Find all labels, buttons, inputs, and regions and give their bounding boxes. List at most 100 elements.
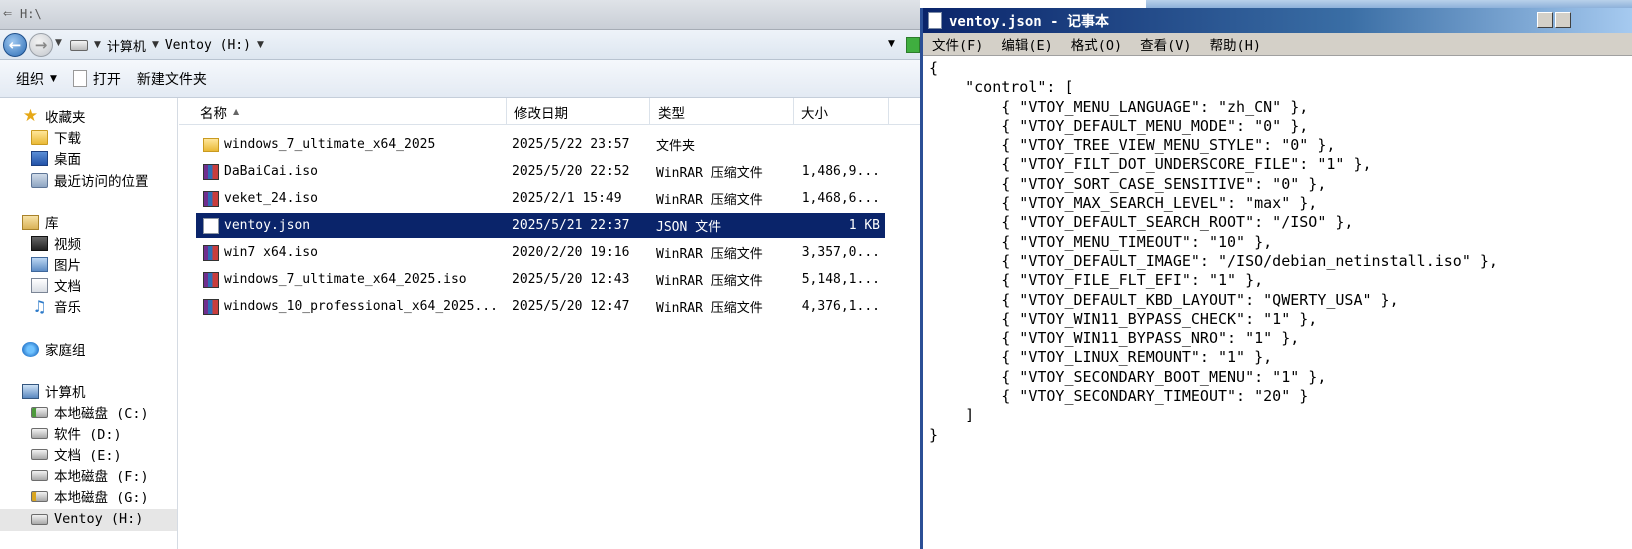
menu-view[interactable]: 查看(V)	[1131, 33, 1200, 56]
file-size: 4,376,1...	[801, 299, 880, 314]
file-row[interactable]: windows_7_ultimate_x64_2025.iso 2025/5/20…	[196, 267, 885, 292]
sidebar-item-libraries[interactable]: 库	[22, 212, 59, 232]
column-header-date[interactable]: 修改日期	[507, 98, 650, 125]
file-row[interactable]: win7 x64.iso 2020/2/20 19:16 WinRAR 压缩文件 3,…	[196, 240, 885, 265]
text-file-icon	[203, 217, 219, 234]
new-folder-button[interactable]: 新建文件夹	[129, 66, 215, 92]
sidebar-item-drive-h[interactable]: Ventoy (H:)	[31, 509, 143, 529]
address-dropdown-icon[interactable]: ▼	[888, 39, 895, 49]
file-row[interactable]: veket_24.iso 2025/2/1 15:49 WinRAR 压缩文件 1,4…	[196, 186, 885, 211]
winrar-icon	[203, 271, 219, 288]
notepad-content: { "control": [ { "VTOY_MENU_LANGUAGE": "…	[929, 59, 1498, 444]
file-name: windows_7_ultimate_x64_2025	[224, 137, 436, 152]
column-header-row: 名称 ▲ 修改日期 类型 大小	[179, 98, 920, 125]
sidebar-item-computer[interactable]: 计算机	[22, 381, 86, 401]
menu-format[interactable]: 格式(O)	[1062, 33, 1131, 56]
file-name: windows_10_professional_x64_2025...	[224, 299, 498, 314]
file-date: 2025/2/1 15:49	[512, 191, 622, 206]
notepad-title: ventoy.json - 记事本	[949, 14, 1110, 30]
sidebar-item-recent[interactable]: 最近访问的位置	[31, 170, 149, 190]
recent-pages-dropdown-icon[interactable]: ▼	[55, 38, 62, 48]
chevron-down-icon[interactable]: ▼	[257, 40, 264, 50]
picture-icon	[31, 256, 48, 272]
sidebar-item-drive-f[interactable]: 本地磁盘 (F:)	[31, 465, 149, 485]
sidebar-label: 本地磁盘 (F:)	[54, 469, 149, 485]
chevron-down-icon[interactable]: ▼	[152, 40, 159, 50]
file-name: veket_24.iso	[224, 191, 318, 206]
maximize-button[interactable]	[1555, 12, 1571, 28]
sidebar-label: 软件 (D:)	[54, 427, 122, 443]
notepad-menu-bar: 文件(F) 编辑(E) 格式(O) 查看(V) 帮助(H)	[923, 33, 1632, 56]
sidebar-label: 文档 (E:)	[54, 448, 122, 464]
breadcrumb-ventoy[interactable]: Ventoy (H:)	[165, 38, 251, 53]
downloads-folder-icon	[31, 129, 48, 145]
notepad-title-bar[interactable]: ventoy.json - 记事本	[923, 8, 1632, 33]
file-type: WinRAR 压缩文件	[656, 247, 763, 262]
back-button[interactable]: ←	[3, 33, 27, 57]
sidebar-item-pictures[interactable]: 图片	[31, 254, 81, 274]
file-row[interactable]: windows_10_professional_x64_2025... 2025/…	[196, 294, 885, 319]
file-name: win7 x64.iso	[224, 245, 318, 260]
sidebar-item-downloads[interactable]: 下载	[31, 127, 81, 147]
sort-ascending-icon: ▲	[233, 107, 240, 116]
computer-icon	[22, 383, 39, 399]
organize-button[interactable]: 组织 ▼	[8, 66, 65, 92]
sidebar-label: 文档	[54, 279, 81, 295]
sidebar-item-videos[interactable]: 视频	[31, 233, 81, 253]
file-row[interactable]: windows_7_ultimate_x64_2025 2025/5/22 23:…	[196, 132, 885, 157]
sidebar-label: 下载	[54, 131, 81, 147]
winrar-icon	[203, 190, 219, 207]
column-header-name[interactable]: 名称 ▲	[179, 98, 507, 125]
menu-file[interactable]: 文件(F)	[923, 33, 992, 56]
homegroup-icon	[22, 341, 39, 357]
drive-icon	[70, 39, 88, 51]
file-list: 名称 ▲ 修改日期 类型 大小 windows_7_ultimate_x64_2…	[179, 98, 920, 549]
sidebar-item-drive-g[interactable]: 本地磁盘 (G:)	[31, 486, 149, 506]
refresh-icon[interactable]	[906, 37, 920, 53]
menu-help[interactable]: 帮助(H)	[1201, 33, 1270, 56]
navigation-pane: ★ 收藏夹 下载 桌面 最近访问的位置 库 视频 图片 文档 ♫ 音乐 家庭组 …	[0, 98, 178, 549]
sidebar-item-favorites[interactable]: ★ 收藏夹	[22, 106, 86, 126]
drive-icon	[31, 490, 48, 502]
column-label: 名称	[200, 105, 227, 122]
notepad-icon	[928, 12, 942, 29]
file-date: 2025/5/20 22:52	[512, 164, 630, 179]
usb-drive-icon	[31, 513, 48, 525]
chevron-down-icon[interactable]: ▼	[94, 40, 101, 50]
sidebar-item-music[interactable]: ♫ 音乐	[31, 296, 81, 316]
column-header-type[interactable]: 类型	[650, 98, 794, 125]
sidebar-label: 家庭组	[45, 343, 86, 359]
explorer-window: ⇐ H:\ ← → ▼ ▼ 计算机 ▼ Ventoy (H:) ▼ ▼ 组织 ▼…	[0, 0, 920, 549]
sidebar-item-drive-d[interactable]: 软件 (D:)	[31, 423, 122, 443]
file-size	[796, 132, 880, 157]
sidebar-item-desktop[interactable]: 桌面	[31, 148, 81, 168]
minimize-button[interactable]	[1537, 12, 1553, 28]
column-header-size[interactable]: 大小	[794, 98, 889, 125]
column-label: 类型	[658, 105, 685, 122]
open-button[interactable]: 打开	[65, 66, 129, 92]
file-type: WinRAR 压缩文件	[656, 301, 763, 316]
small-back-icon: ⇐	[3, 7, 13, 20]
notepad-text-area[interactable]: { "control": [ { "VTOY_MENU_LANGUAGE": "…	[925, 57, 1632, 549]
sidebar-label: Ventoy (H:)	[54, 511, 144, 527]
sidebar-label: 收藏夹	[45, 110, 86, 126]
file-row[interactable]: DaBaiCai.iso 2025/5/20 22:52 WinRAR 压缩文件 1,…	[196, 159, 885, 184]
sidebar-label: 视频	[54, 237, 81, 253]
sidebar-label: 桌面	[54, 152, 81, 168]
recent-places-icon	[31, 172, 48, 188]
file-size: 1 KB	[848, 218, 880, 233]
menu-edit[interactable]: 编辑(E)	[992, 33, 1061, 56]
drive-icon	[31, 427, 48, 439]
forward-button[interactable]: →	[29, 33, 53, 57]
sidebar-item-drive-e[interactable]: 文档 (E:)	[31, 444, 122, 464]
sidebar-item-drive-c[interactable]: 本地磁盘 (C:)	[31, 402, 149, 422]
sidebar-label: 音乐	[54, 300, 81, 316]
file-row[interactable]: ventoy.json 2025/5/21 22:37 JSON 文件 1 KB	[196, 213, 885, 238]
sidebar-item-documents[interactable]: 文档	[31, 275, 81, 295]
file-date: 2020/2/20 19:16	[512, 245, 630, 260]
file-name: windows_7_ultimate_x64_2025.iso	[224, 272, 467, 287]
breadcrumb-computer[interactable]: 计算机	[107, 36, 146, 55]
winrar-icon	[203, 244, 219, 261]
sidebar-item-homegroup[interactable]: 家庭组	[22, 339, 86, 359]
column-label: 大小	[801, 105, 828, 122]
